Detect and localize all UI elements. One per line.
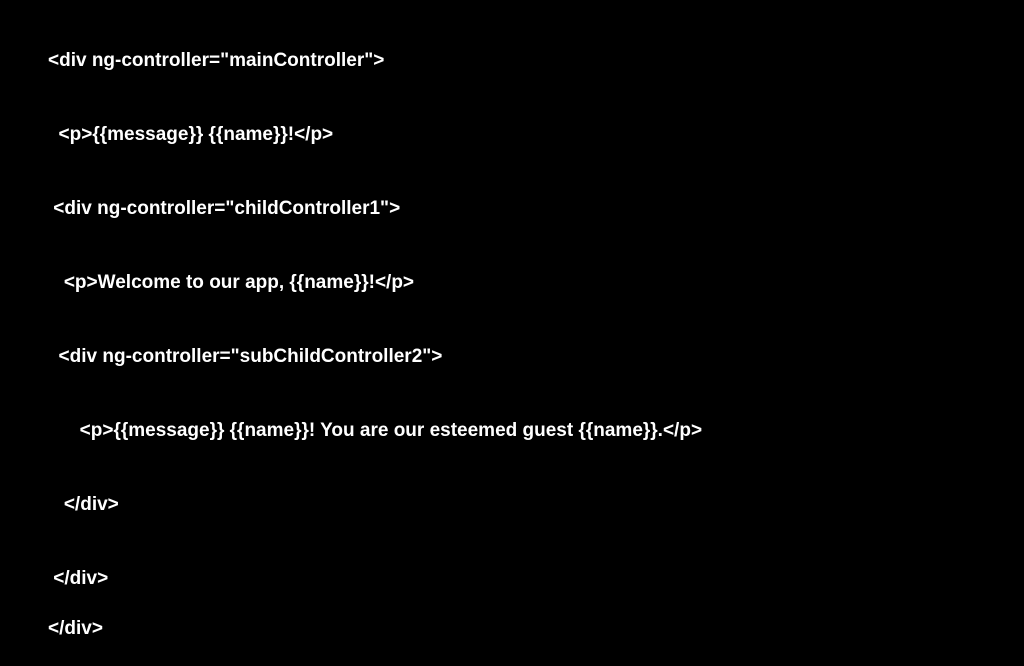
code-line: <p>{{message}} {{name}}!</p> [48, 123, 976, 148]
code-line: <div ng-controller="mainController"> [48, 49, 976, 74]
code-line: <p>{{message}} {{name}}! You are our est… [48, 419, 976, 444]
code-line: </div> [48, 617, 976, 642]
code-line: <p>Welcome to our app, {{name}}!</p> [48, 271, 976, 296]
code-line: <div ng-controller="subChildController2"… [48, 345, 976, 370]
code-line: </div> [48, 567, 976, 592]
code-snippet: <div ng-controller="mainController"> <p>… [48, 24, 976, 666]
code-line: </div> [48, 493, 976, 518]
code-line: <div ng-controller="childController1"> [48, 197, 976, 222]
